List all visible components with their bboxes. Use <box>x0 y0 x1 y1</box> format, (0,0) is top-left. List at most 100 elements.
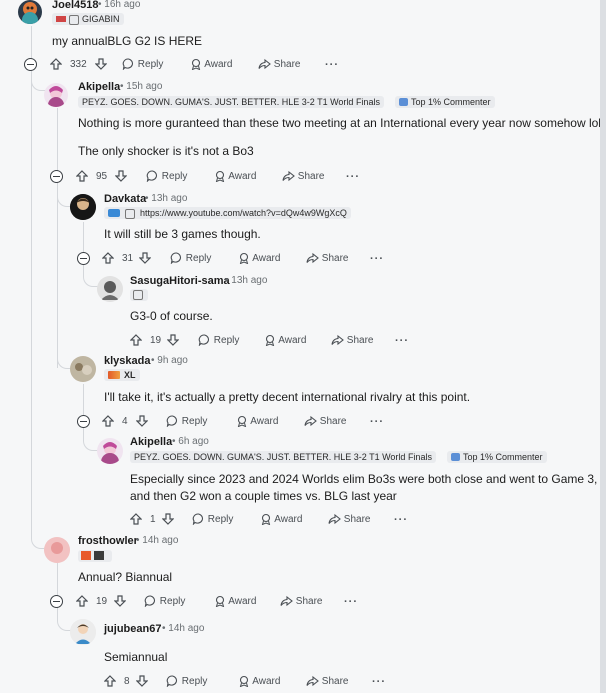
more-options-button[interactable]: ··· <box>372 673 386 691</box>
flair-link[interactable]: https://www.youtube.com/watch?v=dQw4w9Wg… <box>140 208 347 218</box>
downvote-button[interactable] <box>114 593 126 611</box>
award-label: Award <box>278 335 307 346</box>
upvote-button[interactable] <box>50 56 62 74</box>
reply-label: Reply <box>161 171 188 182</box>
team-emblem-icon <box>133 290 143 300</box>
timestamp-text: 13h ago <box>151 193 188 204</box>
upvote-button[interactable] <box>76 593 88 611</box>
downvote-button[interactable] <box>115 168 127 186</box>
collapse-thread-button[interactable] <box>77 415 90 428</box>
thread-line[interactable] <box>31 26 32 536</box>
username[interactable]: Akipella <box>130 436 172 448</box>
award-button[interactable]: Award <box>214 593 256 611</box>
downvote-button[interactable] <box>162 511 174 529</box>
reply-bubble-icon <box>192 513 204 526</box>
share-button[interactable]: Share <box>258 56 300 74</box>
avatar[interactable] <box>44 83 68 107</box>
upvote-button[interactable] <box>76 168 88 186</box>
avatar[interactable] <box>18 0 42 24</box>
upvote-button[interactable] <box>102 413 114 431</box>
reply-button[interactable]: Reply <box>170 250 211 268</box>
avatar-image <box>101 442 119 464</box>
arrow-up-icon <box>104 675 116 687</box>
collapse-thread-button[interactable] <box>50 595 63 608</box>
vote-count: 332 <box>70 59 87 70</box>
avatar[interactable] <box>97 276 123 302</box>
thread-connector <box>83 430 98 451</box>
comment-actions: 19 Reply Award Share ··· <box>130 332 430 350</box>
award-button[interactable]: Award <box>236 413 278 431</box>
timestamp-text: 6h ago <box>178 436 209 447</box>
reply-button[interactable]: Reply <box>122 56 163 74</box>
username[interactable]: SasugaHitori-sama <box>130 275 230 287</box>
upvote-button[interactable] <box>130 511 142 529</box>
username[interactable]: frosthowler <box>78 535 138 547</box>
downvote-button[interactable] <box>136 413 148 431</box>
award-button[interactable]: Award <box>238 250 280 268</box>
share-button[interactable]: Share <box>328 511 370 529</box>
collapse-thread-button[interactable] <box>24 58 37 71</box>
share-button[interactable]: Share <box>306 673 348 691</box>
reply-button[interactable]: Reply <box>198 332 239 350</box>
avatar-image <box>44 537 70 563</box>
comment-body: Annual? Biannual <box>78 570 173 584</box>
more-options-button[interactable]: ··· <box>370 250 384 268</box>
award-button[interactable]: Award <box>264 332 306 350</box>
reply-button[interactable]: Reply <box>166 673 207 691</box>
username[interactable]: klyskada <box>104 355 150 367</box>
reply-button[interactable]: Reply <box>144 593 185 611</box>
share-label: Share <box>343 514 371 525</box>
award-button[interactable]: Award <box>214 168 256 186</box>
share-button[interactable]: Share <box>280 593 322 611</box>
thread-line[interactable] <box>57 108 58 368</box>
username[interactable]: jujubean67 <box>104 623 161 635</box>
downvote-button[interactable] <box>136 673 148 691</box>
comment-body: Semiannual <box>104 650 168 664</box>
reply-button[interactable]: Reply <box>166 413 207 431</box>
vote-count: 95 <box>96 171 108 182</box>
upvote-button[interactable] <box>102 250 114 268</box>
arrow-down-icon <box>136 675 148 688</box>
vote-count: 19 <box>150 335 162 346</box>
share-button[interactable]: Share <box>282 168 324 186</box>
username[interactable]: Joel4518 <box>52 0 98 11</box>
vote-count: 4 <box>122 416 128 427</box>
reply-button[interactable]: Reply <box>192 511 233 529</box>
share-label: Share <box>319 416 347 427</box>
award-button[interactable]: Award <box>260 511 302 529</box>
thread-line[interactable] <box>57 558 58 618</box>
avatar[interactable] <box>97 438 123 464</box>
more-options-button[interactable]: ··· <box>394 511 408 529</box>
avatar[interactable] <box>70 194 96 220</box>
arrow-down-icon <box>114 595 126 608</box>
more-options-button[interactable]: ··· <box>344 593 358 611</box>
arrow-down-icon <box>167 334 179 347</box>
collapse-thread-button[interactable] <box>77 252 90 265</box>
timestamp-text: 15h ago <box>126 81 163 92</box>
downvote-button[interactable] <box>139 250 151 268</box>
avatar[interactable] <box>70 619 96 645</box>
username[interactable]: Akipella <box>78 81 120 93</box>
upvote-button[interactable] <box>130 332 142 350</box>
avatar[interactable] <box>70 356 96 382</box>
user-flair: PEYZ. GOES. DOWN. GUMA'S. JUST. BETTER. … <box>78 96 384 108</box>
share-button[interactable]: Share <box>306 250 348 268</box>
downvote-button[interactable] <box>95 56 107 74</box>
more-options-button[interactable]: ··· <box>395 332 409 350</box>
reply-button[interactable]: Reply <box>146 168 187 186</box>
more-options-button[interactable]: ··· <box>370 413 384 431</box>
more-options-button[interactable]: ··· <box>325 56 339 74</box>
award-button[interactable]: Award <box>190 56 232 74</box>
timestamp: • 16h ago <box>98 0 141 10</box>
avatar[interactable] <box>44 537 70 563</box>
award-button[interactable]: Award <box>238 673 280 691</box>
more-options-button[interactable]: ··· <box>346 168 360 186</box>
share-button[interactable]: Share <box>304 413 346 431</box>
top-commenter-badge: Top 1% Commenter <box>447 451 547 463</box>
username[interactable]: Davkata <box>104 193 146 205</box>
share-button[interactable]: Share <box>331 332 373 350</box>
upvote-button[interactable] <box>104 673 116 691</box>
collapse-thread-button[interactable] <box>50 170 63 183</box>
downvote-button[interactable] <box>167 332 179 350</box>
comment-body: I'll take it, it's actually a pretty dec… <box>104 390 471 404</box>
